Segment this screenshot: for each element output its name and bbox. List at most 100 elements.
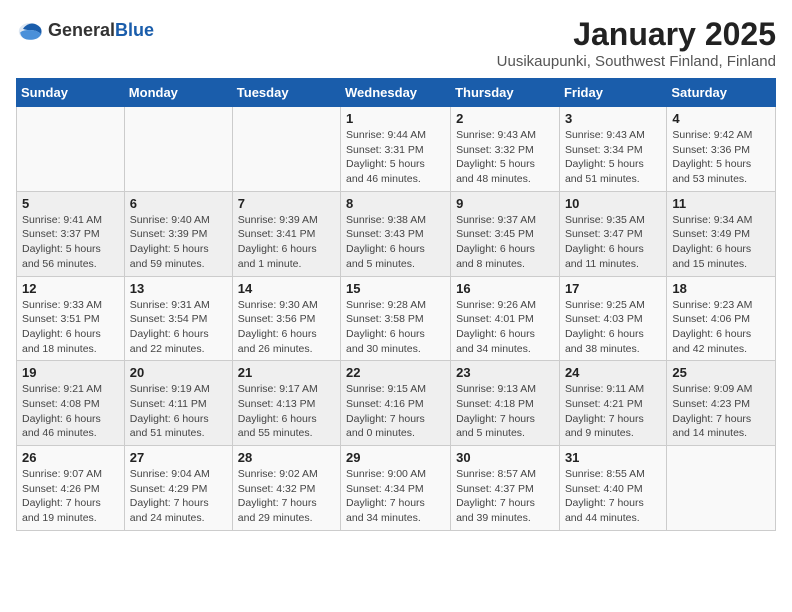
day-number: 10 bbox=[565, 196, 661, 211]
calendar-cell bbox=[124, 107, 232, 192]
day-number: 9 bbox=[456, 196, 554, 211]
day-number: 7 bbox=[238, 196, 335, 211]
day-detail: Sunrise: 9:43 AM Sunset: 3:32 PM Dayligh… bbox=[456, 128, 554, 187]
calendar-cell: 7 Sunrise: 9:39 AM Sunset: 3:41 PM Daylig… bbox=[232, 191, 340, 276]
day-detail: Sunrise: 9:09 AM Sunset: 4:23 PM Dayligh… bbox=[672, 382, 770, 441]
day-detail: Sunrise: 9:28 AM Sunset: 3:58 PM Dayligh… bbox=[346, 298, 445, 357]
column-header-friday: Friday bbox=[559, 79, 666, 107]
day-detail: Sunrise: 9:35 AM Sunset: 3:47 PM Dayligh… bbox=[565, 213, 661, 272]
calendar-cell: 2 Sunrise: 9:43 AM Sunset: 3:32 PM Daylig… bbox=[451, 107, 560, 192]
day-detail: Sunrise: 9:07 AM Sunset: 4:26 PM Dayligh… bbox=[22, 467, 119, 526]
day-number: 25 bbox=[672, 365, 770, 380]
calendar-cell: 15Sunrise: 9:28 AM Sunset: 3:58 PM Dayli… bbox=[341, 276, 451, 361]
day-detail: Sunrise: 9:17 AM Sunset: 4:13 PM Dayligh… bbox=[238, 382, 335, 441]
logo-blue: Blue bbox=[115, 20, 154, 40]
day-number: 21 bbox=[238, 365, 335, 380]
day-number: 26 bbox=[22, 450, 119, 465]
day-detail: Sunrise: 8:55 AM Sunset: 4:40 PM Dayligh… bbox=[565, 467, 661, 526]
day-number: 16 bbox=[456, 281, 554, 296]
day-detail: Sunrise: 9:40 AM Sunset: 3:39 PM Dayligh… bbox=[130, 213, 227, 272]
calendar-header-row: SundayMondayTuesdayWednesdayThursdayFrid… bbox=[17, 79, 776, 107]
day-detail: Sunrise: 9:26 AM Sunset: 4:01 PM Dayligh… bbox=[456, 298, 554, 357]
day-number: 20 bbox=[130, 365, 227, 380]
calendar-cell: 19Sunrise: 9:21 AM Sunset: 4:08 PM Dayli… bbox=[17, 361, 125, 446]
month-title: January 2025 bbox=[497, 16, 776, 53]
calendar-cell: 9 Sunrise: 9:37 AM Sunset: 3:45 PM Daylig… bbox=[451, 191, 560, 276]
day-number: 29 bbox=[346, 450, 445, 465]
day-detail: Sunrise: 9:21 AM Sunset: 4:08 PM Dayligh… bbox=[22, 382, 119, 441]
calendar-cell: 28 Sunrise: 9:02 AM Sunset: 4:32 PM Dayli… bbox=[232, 446, 340, 531]
calendar-cell: 25 Sunrise: 9:09 AM Sunset: 4:23 PM Dayli… bbox=[667, 361, 776, 446]
calendar-cell: 6 Sunrise: 9:40 AM Sunset: 3:39 PM Daylig… bbox=[124, 191, 232, 276]
title-area: January 2025 Uusikaupunki, Southwest Fin… bbox=[497, 16, 776, 70]
day-number: 2 bbox=[456, 111, 554, 126]
page-header: GeneralBlue January 2025 Uusikaupunki, S… bbox=[16, 16, 776, 70]
calendar-cell: 13Sunrise: 9:31 AM Sunset: 3:54 PM Dayli… bbox=[124, 276, 232, 361]
day-number: 17 bbox=[565, 281, 661, 296]
day-detail: Sunrise: 9:30 AM Sunset: 3:56 PM Dayligh… bbox=[238, 298, 335, 357]
calendar-cell: 31Sunrise: 8:55 AM Sunset: 4:40 PM Dayli… bbox=[559, 446, 666, 531]
day-detail: Sunrise: 9:44 AM Sunset: 3:31 PM Dayligh… bbox=[346, 128, 445, 187]
calendar-week-row: 5 Sunrise: 9:41 AM Sunset: 3:37 PM Daylig… bbox=[17, 191, 776, 276]
calendar-cell: 10 Sunrise: 9:35 AM Sunset: 3:47 PM Dayli… bbox=[559, 191, 666, 276]
day-number: 6 bbox=[130, 196, 227, 211]
day-detail: Sunrise: 9:38 AM Sunset: 3:43 PM Dayligh… bbox=[346, 213, 445, 272]
calendar-table: SundayMondayTuesdayWednesdayThursdayFrid… bbox=[16, 78, 776, 531]
calendar-cell: 30 Sunrise: 8:57 AM Sunset: 4:37 PM Dayli… bbox=[451, 446, 560, 531]
day-number: 1 bbox=[346, 111, 445, 126]
day-detail: Sunrise: 9:42 AM Sunset: 3:36 PM Dayligh… bbox=[672, 128, 770, 187]
day-number: 23 bbox=[456, 365, 554, 380]
day-detail: Sunrise: 9:11 AM Sunset: 4:21 PM Dayligh… bbox=[565, 382, 661, 441]
day-number: 4 bbox=[672, 111, 770, 126]
column-header-tuesday: Tuesday bbox=[232, 79, 340, 107]
calendar-week-row: 1 Sunrise: 9:44 AM Sunset: 3:31 PM Daylig… bbox=[17, 107, 776, 192]
day-number: 3 bbox=[565, 111, 661, 126]
day-detail: Sunrise: 9:19 AM Sunset: 4:11 PM Dayligh… bbox=[130, 382, 227, 441]
day-detail: Sunrise: 8:57 AM Sunset: 4:37 PM Dayligh… bbox=[456, 467, 554, 526]
calendar-week-row: 19Sunrise: 9:21 AM Sunset: 4:08 PM Dayli… bbox=[17, 361, 776, 446]
column-header-monday: Monday bbox=[124, 79, 232, 107]
day-number: 5 bbox=[22, 196, 119, 211]
column-header-wednesday: Wednesday bbox=[341, 79, 451, 107]
day-number: 24 bbox=[565, 365, 661, 380]
day-number: 18 bbox=[672, 281, 770, 296]
day-number: 8 bbox=[346, 196, 445, 211]
calendar-cell: 18 Sunrise: 9:23 AM Sunset: 4:06 PM Dayli… bbox=[667, 276, 776, 361]
calendar-cell: 20 Sunrise: 9:19 AM Sunset: 4:11 PM Dayli… bbox=[124, 361, 232, 446]
day-number: 28 bbox=[238, 450, 335, 465]
column-header-sunday: Sunday bbox=[17, 79, 125, 107]
calendar-cell: 26 Sunrise: 9:07 AM Sunset: 4:26 PM Dayli… bbox=[17, 446, 125, 531]
calendar-cell: 8 Sunrise: 9:38 AM Sunset: 3:43 PM Daylig… bbox=[341, 191, 451, 276]
calendar-cell: 27Sunrise: 9:04 AM Sunset: 4:29 PM Dayli… bbox=[124, 446, 232, 531]
day-detail: Sunrise: 9:33 AM Sunset: 3:51 PM Dayligh… bbox=[22, 298, 119, 357]
calendar-cell: 11Sunrise: 9:34 AM Sunset: 3:49 PM Dayli… bbox=[667, 191, 776, 276]
column-header-saturday: Saturday bbox=[667, 79, 776, 107]
calendar-week-row: 26 Sunrise: 9:07 AM Sunset: 4:26 PM Dayli… bbox=[17, 446, 776, 531]
calendar-cell: 24 Sunrise: 9:11 AM Sunset: 4:21 PM Dayli… bbox=[559, 361, 666, 446]
day-detail: Sunrise: 9:13 AM Sunset: 4:18 PM Dayligh… bbox=[456, 382, 554, 441]
calendar-cell: 22Sunrise: 9:15 AM Sunset: 4:16 PM Dayli… bbox=[341, 361, 451, 446]
column-header-thursday: Thursday bbox=[451, 79, 560, 107]
day-detail: Sunrise: 9:23 AM Sunset: 4:06 PM Dayligh… bbox=[672, 298, 770, 357]
calendar-cell: 3Sunrise: 9:43 AM Sunset: 3:34 PM Daylig… bbox=[559, 107, 666, 192]
day-detail: Sunrise: 9:37 AM Sunset: 3:45 PM Dayligh… bbox=[456, 213, 554, 272]
calendar-cell: 23 Sunrise: 9:13 AM Sunset: 4:18 PM Dayli… bbox=[451, 361, 560, 446]
calendar-cell: 29Sunrise: 9:00 AM Sunset: 4:34 PM Dayli… bbox=[341, 446, 451, 531]
day-detail: Sunrise: 9:39 AM Sunset: 3:41 PM Dayligh… bbox=[238, 213, 335, 272]
day-detail: Sunrise: 9:41 AM Sunset: 3:37 PM Dayligh… bbox=[22, 213, 119, 272]
calendar-cell: 5 Sunrise: 9:41 AM Sunset: 3:37 PM Daylig… bbox=[17, 191, 125, 276]
day-detail: Sunrise: 9:34 AM Sunset: 3:49 PM Dayligh… bbox=[672, 213, 770, 272]
logo-icon bbox=[16, 16, 44, 44]
day-number: 13 bbox=[130, 281, 227, 296]
day-number: 12 bbox=[22, 281, 119, 296]
calendar-cell: 1 Sunrise: 9:44 AM Sunset: 3:31 PM Daylig… bbox=[341, 107, 451, 192]
calendar-cell: 21 Sunrise: 9:17 AM Sunset: 4:13 PM Dayli… bbox=[232, 361, 340, 446]
logo-text: GeneralBlue bbox=[48, 20, 154, 41]
day-number: 30 bbox=[456, 450, 554, 465]
day-number: 22 bbox=[346, 365, 445, 380]
day-number: 14 bbox=[238, 281, 335, 296]
day-detail: Sunrise: 9:02 AM Sunset: 4:32 PM Dayligh… bbox=[238, 467, 335, 526]
day-detail: Sunrise: 9:25 AM Sunset: 4:03 PM Dayligh… bbox=[565, 298, 661, 357]
logo-general: General bbox=[48, 20, 115, 40]
calendar-week-row: 12 Sunrise: 9:33 AM Sunset: 3:51 PM Dayli… bbox=[17, 276, 776, 361]
